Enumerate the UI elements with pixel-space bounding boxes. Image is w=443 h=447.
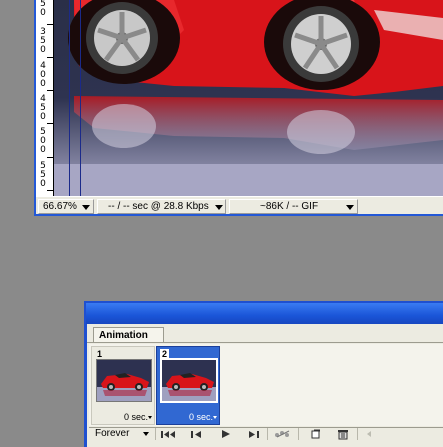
frame-number: 1 — [95, 349, 105, 359]
play-icon[interactable] — [216, 428, 236, 440]
vertical-ruler[interactable]: 5 0 3 5 0 4 0 0 4 5 0 5 0 0 5 5 0 — [36, 0, 54, 196]
ruler-label: 0 — [40, 112, 46, 122]
scroll-left-icon[interactable] — [359, 428, 379, 440]
guide-line[interactable] — [80, 0, 81, 196]
guide-line[interactable] — [69, 0, 70, 196]
ruler-tick — [47, 90, 53, 91]
status-bar: 66.67% -- / -- sec @ 28.8 Kbps ~86K / --… — [36, 196, 443, 214]
ruler-label: 0 — [40, 79, 46, 89]
ruler-label: 0 — [40, 145, 46, 155]
divider — [155, 428, 156, 440]
animation-frame-1[interactable]: 1 0 sec. — [91, 346, 155, 425]
download-time-field[interactable]: -- / -- sec @ 28.8 Kbps — [97, 199, 226, 214]
delete-frame-icon[interactable] — [333, 428, 353, 440]
ruler-tick — [47, 190, 53, 191]
tab-divider — [87, 342, 443, 343]
loop-options-select[interactable]: Forever — [91, 428, 155, 440]
divider — [267, 428, 268, 440]
zoom-value: 66.67% — [43, 201, 77, 212]
select-next-frame-icon[interactable] — [243, 428, 263, 440]
chevron-down-icon[interactable] — [82, 205, 90, 210]
optimized-info-field[interactable]: ~86K / -- GIF — [229, 199, 358, 214]
image-canvas[interactable] — [54, 0, 443, 196]
select-first-frame-icon[interactable] — [158, 428, 178, 440]
ruler-label: 0 — [40, 45, 46, 55]
animation-frame-2[interactable]: 2 0 sec. — [156, 346, 220, 425]
frame-thumbnail — [96, 359, 152, 402]
divider — [357, 428, 358, 440]
frame-delay[interactable]: 0 sec. — [124, 412, 148, 422]
zoom-field[interactable]: 66.67% — [38, 199, 94, 214]
optimized-info-value: ~86K / -- GIF — [260, 201, 319, 212]
ruler-tick — [47, 157, 53, 158]
chevron-down-icon[interactable] — [346, 205, 354, 210]
tab-animation[interactable]: Animation — [93, 327, 164, 343]
tab-animation-label: Animation — [99, 330, 148, 341]
ruler-tick — [47, 57, 53, 58]
car-photo — [54, 0, 443, 196]
ruler-tick — [47, 24, 53, 25]
ruler-label: 0 — [40, 8, 46, 18]
chevron-down-icon[interactable] — [148, 416, 152, 419]
ruler-tick — [47, 123, 53, 124]
chevron-down-icon[interactable] — [215, 205, 223, 210]
loop-option-value: Forever — [95, 428, 130, 439]
divider — [298, 428, 299, 440]
download-time-value: -- / -- sec @ 28.8 Kbps — [108, 201, 209, 212]
palette-titlebar[interactable] — [86, 303, 443, 324]
chevron-down-icon[interactable] — [213, 416, 217, 419]
frame-thumbnail — [160, 358, 218, 403]
chevron-down-icon[interactable] — [143, 432, 149, 436]
select-previous-frame-icon[interactable] — [187, 428, 207, 440]
tween-icon[interactable] — [273, 428, 293, 440]
ruler-label: 0 — [40, 179, 46, 189]
duplicate-frame-icon[interactable] — [306, 428, 326, 440]
frame-delay[interactable]: 0 sec. — [189, 412, 213, 422]
